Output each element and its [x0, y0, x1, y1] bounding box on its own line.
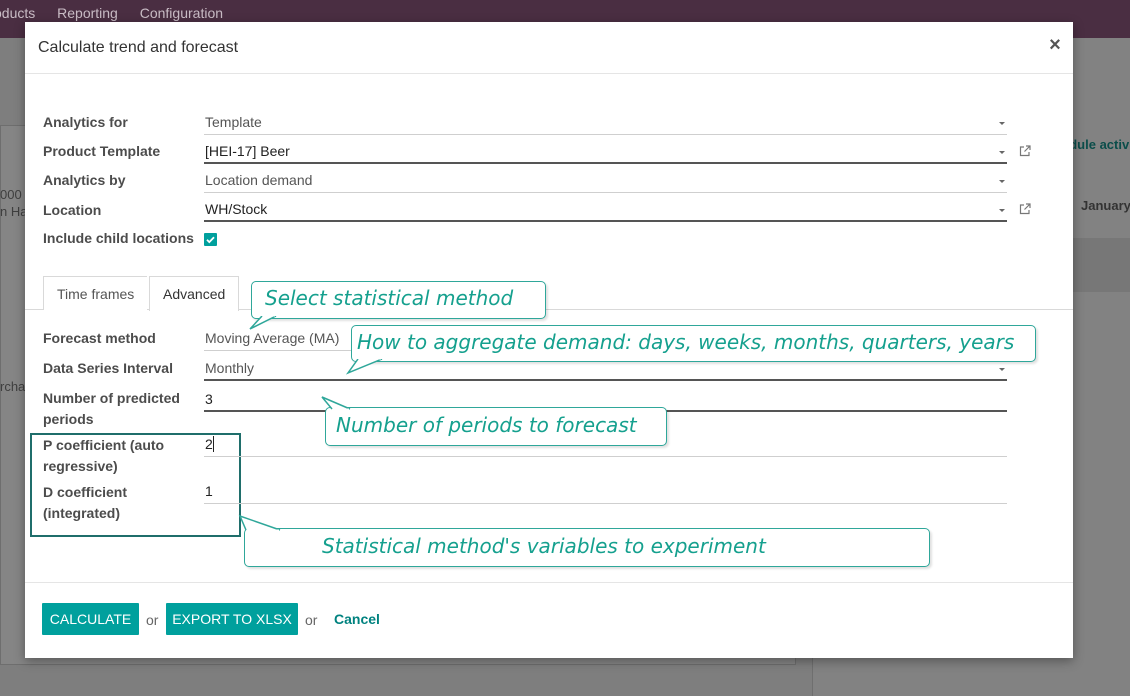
analytics-for-value: Template: [205, 114, 262, 130]
forecast-method-value: Moving Average (MA): [205, 330, 340, 346]
callout-select-method-text: Select statistical method: [265, 286, 514, 310]
location-select[interactable]: WH/Stock: [204, 198, 1007, 222]
menu-products[interactable]: oducts: [0, 5, 35, 21]
d-coefficient-label-line1: D coefficient: [43, 484, 128, 500]
chevron-down-icon: [999, 368, 1005, 371]
menu-configuration[interactable]: Configuration: [140, 5, 223, 21]
callout-pointer: [345, 359, 383, 375]
p-coefficient-value: 2: [205, 436, 213, 452]
calculate-button[interactable]: CALCULATE: [42, 603, 139, 635]
p-coefficient-label: P coefficient (auto regressive): [43, 435, 164, 477]
tab-time-frames[interactable]: Time frames: [43, 276, 148, 310]
month-label: January: [1081, 198, 1130, 213]
predicted-periods-label: Number of predicted periods: [43, 388, 180, 430]
or-separator: or: [305, 612, 318, 628]
external-link-icon[interactable]: [1018, 144, 1032, 158]
callout-select-method: Select statistical method: [251, 281, 546, 319]
dialog-header: Calculate trend and forecast ×: [25, 22, 1073, 74]
callout-variables: Statistical method's variables to experi…: [244, 528, 930, 567]
analytics-for-select[interactable]: Template: [204, 111, 1007, 135]
callout-variables-text: Statistical method's variables to experi…: [322, 534, 766, 558]
forecast-method-label: Forecast method: [43, 330, 156, 346]
location-value: WH/Stock: [205, 201, 268, 217]
product-template-value: [HEI-17] Beer: [205, 143, 290, 159]
product-template-label: Product Template: [43, 143, 161, 159]
callout-aggregate-text: How to aggregate demand: days, weeks, mo…: [357, 330, 1015, 354]
dialog-title: Calculate trend and forecast: [38, 39, 239, 56]
app-menu: oducts Reporting Configuration: [0, 5, 241, 21]
interval-value: Monthly: [205, 360, 255, 376]
d-coefficient-input[interactable]: 1: [204, 480, 1007, 504]
check-icon: [206, 236, 215, 244]
predicted-periods-label-line1: Number of predicted: [43, 390, 180, 406]
chevron-down-icon: [999, 122, 1005, 125]
callout-periods-text: Number of periods to forecast: [336, 413, 637, 437]
d-coefficient-label: D coefficient (integrated): [43, 482, 127, 524]
chevron-down-icon: [999, 180, 1005, 183]
product-template-select[interactable]: [HEI-17] Beer: [204, 140, 1007, 164]
callout-pointer: [249, 316, 277, 330]
external-link-icon[interactable]: [1018, 202, 1032, 216]
bg-fragment: n Ha: [0, 204, 28, 219]
include-child-checkbox[interactable]: [204, 233, 217, 246]
interval-label: Data Series Interval: [43, 360, 173, 376]
d-coefficient-value: 1: [205, 483, 213, 499]
include-child-label: Include child locations: [43, 230, 194, 246]
analytics-for-label: Analytics for: [43, 114, 128, 130]
callout-pointer: [321, 396, 351, 410]
text-cursor: [213, 436, 214, 452]
callout-aggregate: How to aggregate demand: days, weeks, mo…: [351, 325, 1036, 362]
predicted-periods-label-line2: periods: [43, 411, 94, 427]
analytics-by-select[interactable]: Location demand: [204, 169, 1007, 193]
location-label: Location: [43, 202, 102, 218]
d-coefficient-label-line2: (integrated): [43, 505, 120, 521]
p-coefficient-label-line2: regressive): [43, 458, 118, 474]
chevron-down-icon: [999, 151, 1005, 154]
menu-reporting[interactable]: Reporting: [57, 5, 118, 21]
close-icon[interactable]: ×: [1045, 34, 1065, 58]
or-separator: or: [146, 612, 159, 628]
callout-periods: Number of periods to forecast: [325, 407, 667, 446]
dialog-footer: CALCULATE or EXPORT TO XLSX or Cancel: [25, 582, 1073, 658]
analytics-by-value: Location demand: [205, 172, 313, 188]
bg-fragment: 000: [0, 187, 22, 202]
cancel-link[interactable]: Cancel: [334, 611, 380, 627]
callout-pointer: [238, 514, 281, 532]
p-coefficient-label-line1: P coefficient (auto: [43, 437, 165, 453]
chevron-down-icon: [999, 209, 1005, 212]
predicted-periods-value: 3: [205, 391, 213, 407]
tab-advanced[interactable]: Advanced: [149, 276, 240, 311]
bg-fragment: rcha: [0, 379, 26, 394]
export-xlsx-button[interactable]: EXPORT TO XLSX: [166, 603, 298, 635]
analytics-by-label: Analytics by: [43, 172, 126, 188]
